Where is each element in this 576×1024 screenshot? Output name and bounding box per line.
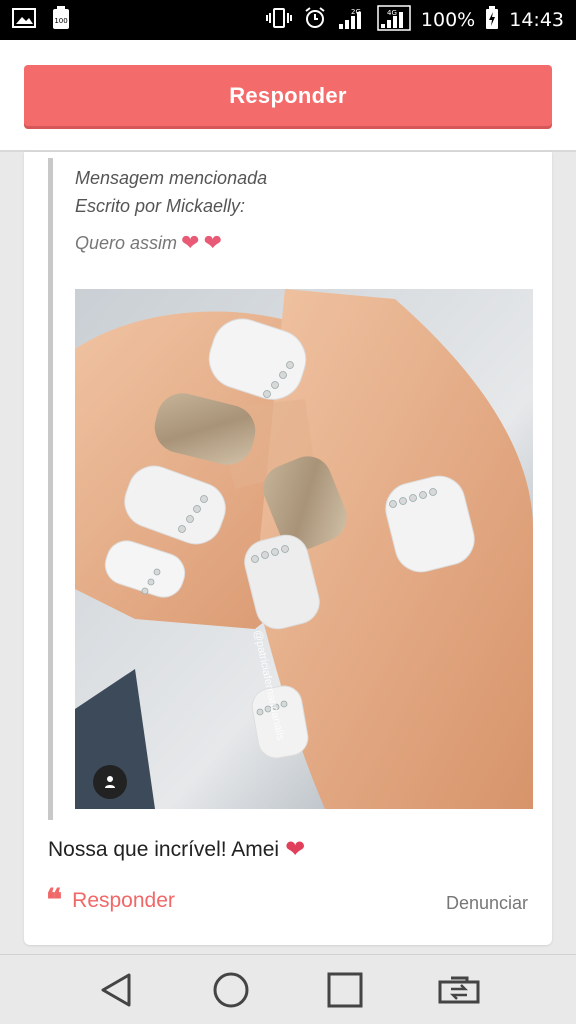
svg-text:100: 100 (54, 17, 67, 25)
alarm-icon (303, 6, 327, 35)
back-button[interactable] (92, 965, 142, 1015)
nail-photo-illustration (75, 289, 533, 809)
gallery-icon (12, 7, 36, 33)
status-bar: 100 2G 4G 100% 14:43 (0, 0, 576, 40)
heart-icon: ❤ (285, 836, 306, 863)
quote-text: Quero assim (75, 232, 178, 253)
battery-100-icon: 100 (50, 5, 72, 35)
heart-icon: ❤ (203, 230, 222, 255)
home-circle-icon (213, 972, 249, 1007)
recents-square-icon (327, 972, 363, 1007)
quote-title: Mensagem mencionada (75, 168, 268, 188)
back-triangle-icon (101, 973, 131, 1006)
quote-author: Escrito por Mickaelly: (75, 196, 246, 216)
heart-icon: ❤ (181, 230, 200, 255)
nail-art-photo[interactable]: @patriciafernandanails (75, 289, 533, 809)
reply-link[interactable]: ❝ Responder (46, 884, 175, 917)
quote-marks-icon: ❝ (46, 884, 63, 917)
post-card: Mensagem mencionada Escrito por Mickaell… (24, 152, 552, 945)
quoted-message: Mensagem mencionada Escrito por Mickaell… (48, 158, 533, 820)
comment-text: Nossa que incrível! Amei (48, 838, 280, 861)
person-icon (105, 776, 115, 788)
signal-2g-icon: 2G (337, 6, 367, 35)
swap-windows-icon (438, 976, 480, 1003)
reply-link-label: Responder (72, 889, 175, 912)
switch-app-button[interactable] (434, 965, 484, 1015)
signal-4g-icon: 4G (377, 4, 411, 36)
comment-row: Nossa que incrível! Amei ❤ (48, 838, 305, 862)
home-button[interactable] (206, 965, 256, 1015)
battery-charging-icon (485, 5, 499, 35)
android-nav-bar (0, 954, 576, 1024)
report-link[interactable]: Denunciar (446, 893, 528, 914)
battery-percent: 100% (420, 9, 476, 31)
quote-text-row: Quero assim ❤ ❤ (75, 232, 222, 254)
svg-text:4G: 4G (387, 9, 397, 17)
reply-button-top[interactable]: Responder (24, 65, 552, 126)
user-avatar-badge[interactable] (93, 765, 127, 799)
top-action-area: Responder (0, 40, 576, 152)
recents-button[interactable] (320, 965, 370, 1015)
clock: 14:43 (509, 9, 564, 31)
vibrate-icon (265, 7, 293, 34)
